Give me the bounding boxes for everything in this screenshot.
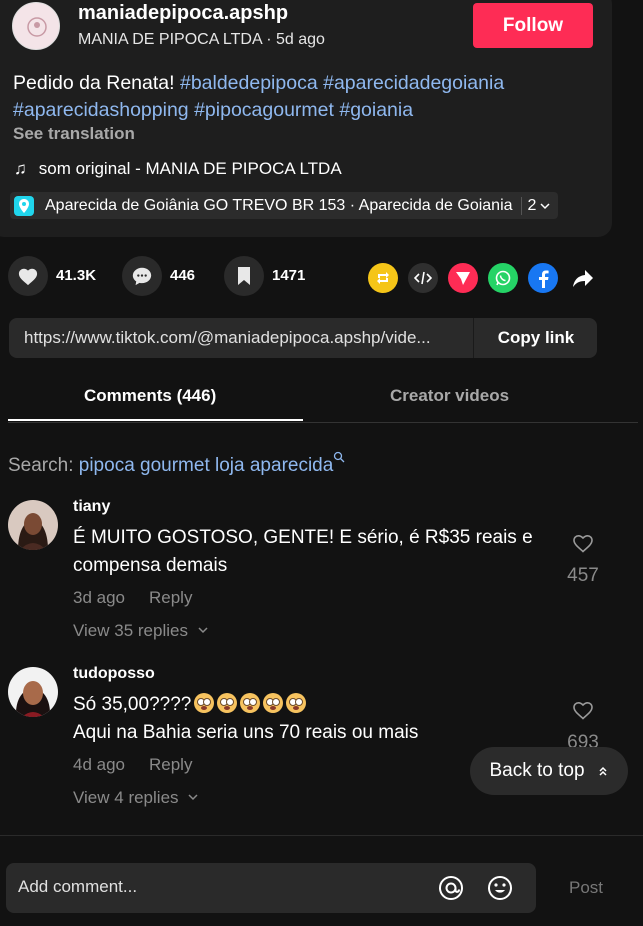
double-chevron-up-icon [599,766,607,776]
send-icon [456,272,470,285]
flushed-emoji-icon [194,693,215,713]
reply-button[interactable]: Reply [149,755,192,774]
comment-time: 4d ago [73,755,125,774]
comment-like-count: 457 [567,565,599,586]
save-button[interactable] [224,256,264,296]
hashtag[interactable]: #aparecidashopping [13,99,189,121]
post-description: Pedido da Renata! #baldedepipoca #aparec… [13,70,603,124]
comment-meta: 4d ago Reply [73,755,192,775]
search-icon [334,451,345,463]
location-count: 2 [520,196,536,215]
back-to-top-label: Back to top [489,760,585,781]
view-replies-button[interactable]: View 35 replies [73,621,209,641]
comment-time: 3d ago [73,588,125,607]
more-share-button[interactable] [568,263,598,293]
search-suggestion[interactable]: Search: pipoca gourmet loja aparecida [8,451,345,477]
comment-text: Só 35,00???? Aqui na Bahia seria uns 70 … [73,691,548,747]
add-comment-placeholder: Add comment... [18,877,138,896]
like-button[interactable] [8,256,48,296]
view-replies-label: View 4 replies [73,788,179,807]
avatar[interactable] [8,500,58,550]
save-count: 1471 [272,267,306,284]
creator-meta: MANIA DE PIPOCA LTDA · 5d ago [78,31,325,49]
share-link-bar: https://www.tiktok.com/@maniadepipoca.ap… [9,318,597,358]
music-note-icon: ♫ [14,159,27,178]
view-replies-label: View 35 replies [73,621,188,640]
facebook-icon [539,270,549,288]
chevron-down-icon [540,202,550,209]
avatar[interactable] [8,667,58,717]
comment-line: compensa demais [73,555,228,576]
see-translation-link[interactable]: See translation [13,124,135,144]
creator-username[interactable]: maniadepipoca.apshp [78,2,288,25]
post-time: 5d ago [275,31,325,48]
flushed-emoji-icon [240,693,261,713]
post-button[interactable]: Post [569,878,603,898]
whatsapp-icon [495,270,511,286]
flushed-emoji-icon [286,693,307,713]
comment-icon [132,267,152,286]
send-button[interactable] [448,263,478,293]
facebook-button[interactable] [528,263,558,293]
hashtag[interactable]: #pipocagourmet [194,99,334,121]
embed-icon [414,271,432,285]
comment-meta: 3d ago Reply [73,588,192,608]
whatsapp-button[interactable] [488,263,518,293]
location-text: Aparecida de Goiânia GO TREVO BR 153 · A… [45,196,513,214]
hashtag[interactable]: #goiania [339,99,413,121]
video-url[interactable]: https://www.tiktok.com/@maniadepipoca.ap… [24,328,472,348]
share-arrow-icon [573,270,593,287]
bookmark-icon [238,267,250,285]
copy-link-button[interactable]: Copy link [473,318,598,358]
comment-like[interactable]: 457 [563,532,603,587]
heart-icon [18,268,38,286]
like-count: 41.3K [56,267,97,284]
search-query: pipoca gourmet loja aparecida [78,455,334,476]
comment-username[interactable]: tiany [73,498,110,516]
meta-separator: · [261,31,276,48]
description-text: Pedido da Renata! [13,72,180,94]
chevron-down-icon [188,794,198,801]
creator-avatar[interactable] [12,2,60,50]
repost-button[interactable] [368,263,398,293]
comment-count: 446 [170,267,196,284]
action-bar: 41.3K 446 1471 [8,256,638,298]
tab-creator-videos[interactable]: Creator videos [390,386,509,406]
comment-button[interactable] [122,256,162,296]
location-pin-icon [14,195,34,216]
emoji-icon[interactable] [487,875,513,901]
heart-outline-icon [573,701,593,720]
comment-username[interactable]: tudoposso [73,665,155,683]
repost-icon [377,272,389,284]
comment-text: É MUITO GOSTOSO, GENTE! E sério, é R$35 … [73,524,548,580]
chevron-down-icon [198,627,208,634]
tab-active-indicator [8,419,303,421]
search-label: Search: [8,455,79,476]
comment-line: É MUITO GOSTOSO, GENTE! E sério, é R$35 … [73,527,533,548]
reply-button[interactable]: Reply [149,588,192,607]
music-label: som original - MANIA DE PIPOCA LTDA [38,159,342,178]
add-comment-input[interactable]: Add comment... [6,863,536,913]
view-replies-button[interactable]: View 4 replies [73,788,199,808]
heart-outline-icon [573,534,593,553]
creator-display-name: MANIA DE PIPOCA LTDA [78,31,262,48]
comment-line: Só 35,00???? [73,694,192,715]
back-to-top-button[interactable]: Back to top [470,747,628,795]
at-icon[interactable] [438,875,464,901]
flushed-emoji-icon [263,693,284,713]
flushed-emoji-icon [217,693,238,713]
location-tag[interactable]: Aparecida de Goiânia GO TREVO BR 153 · A… [10,192,558,219]
embed-button[interactable] [408,263,438,293]
hashtag[interactable]: #aparecidadegoiania [323,72,504,94]
music-link[interactable]: ♫ som original - MANIA DE PIPOCA LTDA [14,159,342,179]
follow-button[interactable]: Follow [473,3,593,48]
tab-bar: Comments (446) Creator videos [8,376,638,423]
comment-like[interactable]: 693 [563,699,603,754]
comment-composer: Add comment... Post [0,835,643,926]
tab-comments[interactable]: Comments (446) [84,386,216,406]
comment-line: Aqui na Bahia seria uns 70 reais ou mais [73,722,419,743]
hashtag[interactable]: #baldedepipoca [180,72,318,94]
